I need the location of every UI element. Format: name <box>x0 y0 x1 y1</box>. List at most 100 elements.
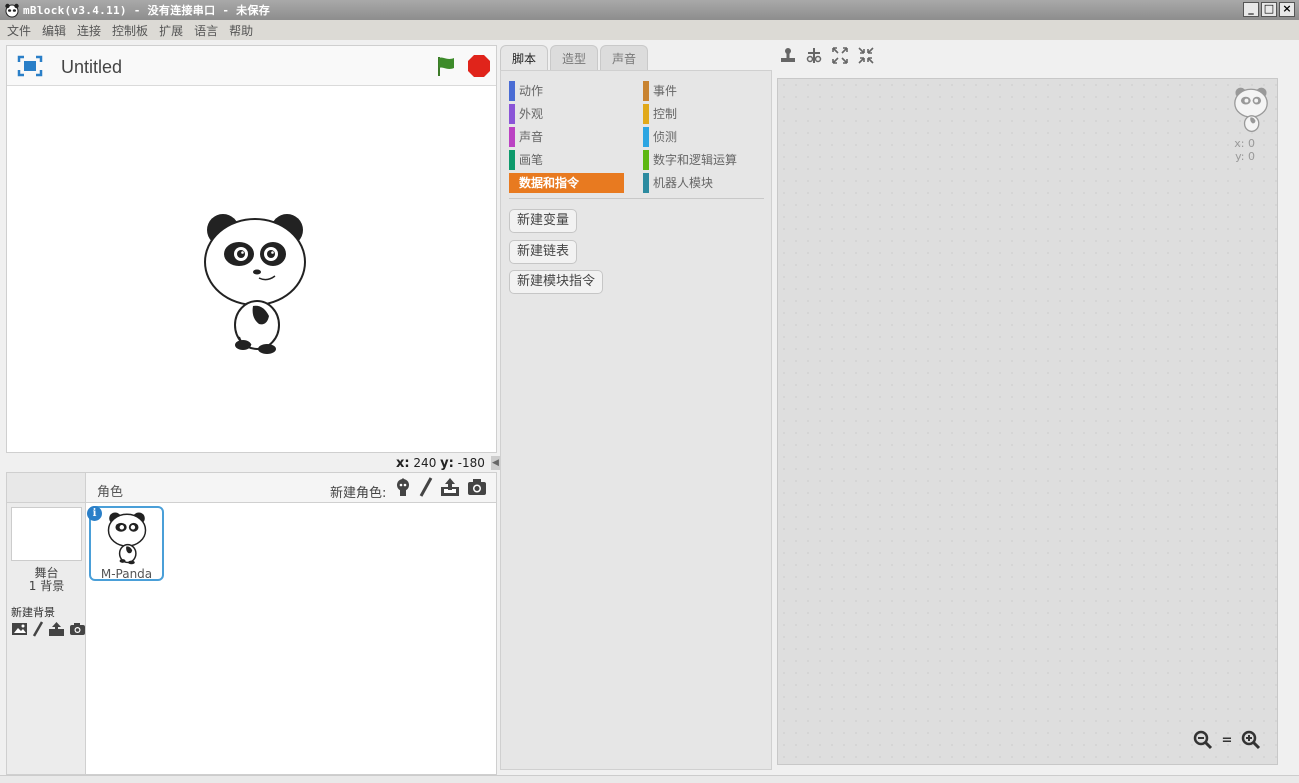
category-pen[interactable]: 画笔 <box>509 150 624 170</box>
category-label: 数字和逻辑运算 <box>653 153 738 167</box>
menu-edit[interactable]: 编辑 <box>42 22 66 39</box>
panda-thumbnail-icon <box>107 512 147 565</box>
project-title: Untitled <box>61 57 123 77</box>
category-label: 动作 <box>519 84 544 98</box>
category-robots[interactable]: 机器人模块 <box>643 173 758 193</box>
category-looks[interactable]: 外观 <box>509 104 624 124</box>
zoom-out-icon[interactable] <box>1193 730 1213 750</box>
minimize-button[interactable]: _ <box>1243 2 1259 17</box>
category-color-bar <box>643 104 649 124</box>
menu-extensions[interactable]: 扩展 <box>159 22 183 39</box>
y-value: -180 <box>457 456 485 470</box>
zoom-in-icon[interactable] <box>1241 730 1261 750</box>
grow-icon[interactable] <box>832 47 848 64</box>
menu-bar: 文件 编辑 连接 控制板 扩展 语言 帮助 <box>0 20 1299 40</box>
category-color-bar <box>509 150 515 170</box>
paint-sprite-icon[interactable] <box>419 477 433 497</box>
stop-icon[interactable] <box>467 54 491 78</box>
bottom-strip <box>0 775 1299 783</box>
tab-scripts[interactable]: 脚本 <box>500 45 549 72</box>
menu-help[interactable]: 帮助 <box>229 22 253 39</box>
category-label: 数据和指令 <box>519 176 580 190</box>
category-label: 画笔 <box>519 153 544 167</box>
sprite-y-readout: y: 0 <box>1235 150 1255 163</box>
sprite-thumbnail[interactable]: i M-Panda <box>87 506 164 581</box>
new-sprite-tools <box>394 477 487 497</box>
upload-sprite-icon[interactable] <box>440 477 460 497</box>
sprite-name: M-Panda <box>100 567 153 581</box>
panda-sprite[interactable] <box>201 212 309 354</box>
menu-file[interactable]: 文件 <box>7 22 31 39</box>
category-label: 外观 <box>519 107 544 121</box>
current-sprite-icon <box>1234 87 1268 133</box>
category-color-bar <box>643 81 649 101</box>
new-block-button[interactable]: 新建模块指令 <box>509 270 604 294</box>
backdrop-tools <box>11 621 86 637</box>
title-bar: mBlock(v3.4.11) - 没有连接串口 - 未保存 _ □ × <box>0 0 1299 20</box>
sprite-x-readout: x: 0 <box>1234 137 1255 150</box>
category-sound[interactable]: 声音 <box>509 127 624 147</box>
category-operators[interactable]: 数字和逻辑运算 <box>643 150 758 170</box>
category-label: 控制 <box>653 107 678 121</box>
category-color-bar <box>643 173 649 193</box>
camera-backdrop-icon[interactable] <box>69 622 86 636</box>
category-color-bar <box>643 150 649 170</box>
tab-costumes[interactable]: 造型 <box>550 45 599 71</box>
backdrop-count: 1 背景 <box>28 579 65 593</box>
sprite-library-icon[interactable] <box>394 477 412 497</box>
camera-sprite-icon[interactable] <box>467 478 487 496</box>
sprite-panel: 舞台 1 背景 新建背景 角色 新建角色: i M-Panda <box>6 472 497 775</box>
y-label: y: <box>440 456 454 471</box>
category-data[interactable]: 数据和指令 <box>509 173 624 193</box>
menu-language[interactable]: 语言 <box>194 22 218 39</box>
tab-sounds[interactable]: 声音 <box>600 45 649 71</box>
category-color-bar <box>509 127 515 147</box>
menu-board[interactable]: 控制板 <box>112 22 148 39</box>
upload-backdrop-icon[interactable] <box>48 621 65 637</box>
stage-canvas[interactable] <box>7 86 496 452</box>
x-value: 240 <box>413 456 437 470</box>
duplicate-stamp-icon[interactable] <box>780 47 796 64</box>
stage-column-header <box>7 473 85 503</box>
zoom-reset-button[interactable]: = <box>1217 730 1237 750</box>
paint-backdrop-icon[interactable] <box>32 621 44 637</box>
green-flag-icon[interactable] <box>435 55 457 77</box>
window-title: mBlock(v3.4.11) - 没有连接串口 - 未保存 <box>23 4 271 17</box>
category-control[interactable]: 控制 <box>643 104 758 124</box>
panda-app-icon <box>5 3 19 18</box>
info-icon[interactable]: i <box>87 506 102 521</box>
new-list-button[interactable]: 新建链表 <box>509 240 578 264</box>
maximize-button[interactable]: □ <box>1261 2 1277 17</box>
new-sprite-label: 新建角色: <box>330 486 387 501</box>
zoom-controls: = <box>1193 730 1261 750</box>
category-label: 声音 <box>519 130 544 144</box>
scripts-area[interactable]: x: 0 y: 0 = <box>777 78 1278 765</box>
category-events[interactable]: 事件 <box>643 81 758 101</box>
category-label: 侦测 <box>653 130 678 144</box>
palette-divider <box>509 198 764 199</box>
stage-thumbnail[interactable] <box>11 507 82 561</box>
shrink-icon[interactable] <box>858 47 874 64</box>
category-label: 事件 <box>653 84 678 98</box>
category-color-bar <box>509 104 515 124</box>
block-palette: 动作 事件 外观 控制 声音 侦测 画笔 数字和逻辑运算 数据和指令 机器人模块… <box>500 70 772 770</box>
sprites-header: 角色 新建角色: <box>86 473 496 503</box>
stage-column: 舞台 1 背景 新建背景 <box>7 473 86 774</box>
edit-toolbar <box>780 47 874 64</box>
editor-tabs: 脚本 造型 声音 <box>500 45 650 72</box>
new-backdrop-label: 新建背景 <box>11 606 55 619</box>
delete-scissors-icon[interactable] <box>806 47 822 64</box>
close-button[interactable]: × <box>1279 2 1295 17</box>
fullscreen-icon[interactable] <box>17 55 43 77</box>
collapse-stage-arrow-icon[interactable]: ◀ <box>491 456 500 470</box>
category-sensing[interactable]: 侦测 <box>643 127 758 147</box>
new-variable-button[interactable]: 新建变量 <box>509 209 578 233</box>
category-label: 机器人模块 <box>653 176 714 190</box>
category-color-bar <box>643 127 649 147</box>
stage-coordinates: x: 240 y: -180 <box>396 456 485 471</box>
category-motion[interactable]: 动作 <box>509 81 624 101</box>
stage-header: Untitled <box>7 46 496 86</box>
menu-connect[interactable]: 连接 <box>77 22 101 39</box>
x-label: x: <box>396 456 410 471</box>
backdrop-library-icon[interactable] <box>11 622 28 636</box>
